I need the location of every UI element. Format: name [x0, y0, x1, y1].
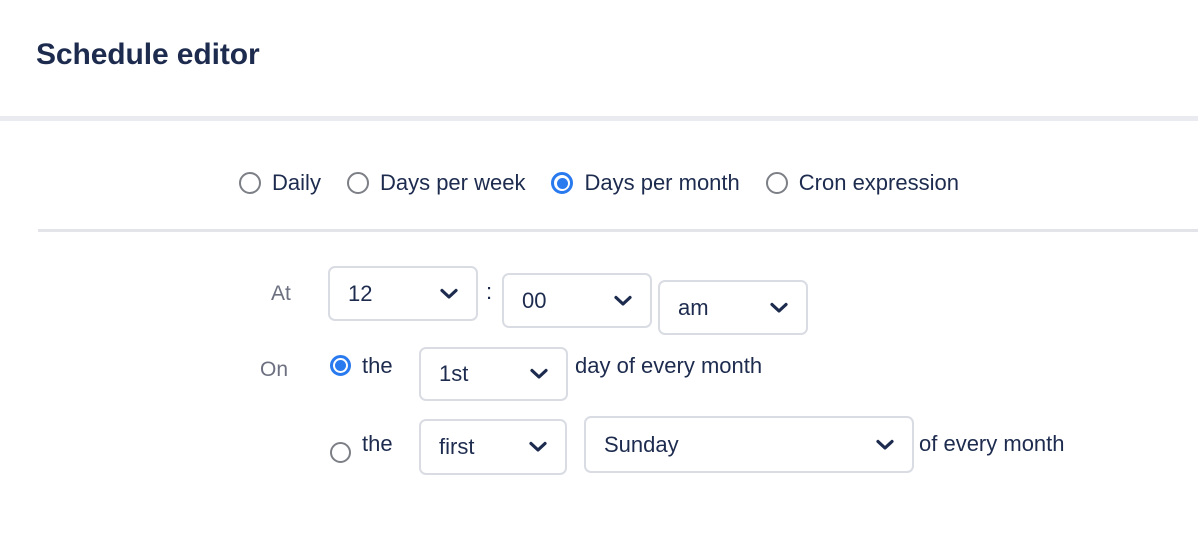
header-divider — [0, 116, 1198, 121]
mode-option-label-daily: Daily — [272, 170, 321, 195]
mode-option-days-per-month[interactable]: Days per month — [551, 170, 740, 196]
chevron-down-icon — [764, 282, 806, 333]
weekday-select-value: Sunday — [604, 431, 679, 457]
schedule-mode-radio-group: Daily Days per week Days per month Cron … — [0, 160, 1198, 206]
time-separator: : — [486, 279, 493, 304]
section-divider — [38, 229, 1198, 232]
mode-option-daily[interactable]: Daily — [239, 170, 321, 196]
mode-option-cron-expression[interactable]: Cron expression — [765, 170, 959, 196]
radio-button-icon-cron-expression[interactable] — [765, 172, 788, 194]
hour-select-value: 12 — [348, 280, 373, 306]
mode-option-days-per-week[interactable]: Days per week — [346, 170, 526, 196]
nth-weekday-trailing-text: of every month — [919, 431, 1065, 456]
page-header: Schedule editor — [0, 0, 1198, 121]
day-of-month-trailing-text: day of every month — [575, 353, 763, 378]
ordinal-select[interactable]: first — [419, 419, 567, 475]
chevron-down-icon — [870, 418, 912, 471]
radio-button-icon-nth-weekday[interactable] — [330, 442, 351, 463]
at-label: At — [271, 282, 291, 305]
meridiem-select[interactable]: am — [658, 280, 808, 335]
day-of-month-select-value: 1st — [439, 361, 469, 386]
meridiem-select-value: am — [678, 294, 709, 320]
minute-select[interactable]: 00 — [502, 273, 652, 328]
radio-button-icon-days-per-month[interactable] — [551, 172, 574, 194]
chevron-down-icon — [523, 421, 565, 473]
mode-option-label-days-per-month: Days per month — [584, 170, 740, 195]
day-of-month-select[interactable]: 1st — [419, 347, 568, 401]
nth-weekday-the-label: the — [362, 431, 393, 456]
radio-button-icon-daily[interactable] — [239, 172, 262, 194]
minute-select-value: 00 — [522, 287, 547, 313]
mode-option-label-cron-expression: Cron expression — [798, 170, 959, 195]
mode-option-label-days-per-week: Days per week — [379, 170, 526, 195]
on-label: On — [260, 358, 289, 381]
chevron-down-icon — [608, 275, 650, 326]
weekday-select[interactable]: Sunday — [584, 416, 914, 473]
hour-select[interactable]: 12 — [328, 266, 478, 321]
chevron-down-icon — [434, 268, 476, 319]
schedule-editor-page: Schedule editor Daily Days per week Days… — [0, 0, 1198, 540]
ordinal-select-value: first — [439, 434, 475, 459]
radio-button-icon-days-per-week[interactable] — [346, 172, 369, 194]
page-title: Schedule editor — [36, 38, 260, 71]
radio-button-icon-day-of-month[interactable] — [330, 355, 351, 376]
day-of-month-the-label: the — [362, 353, 393, 378]
chevron-down-icon — [524, 349, 566, 399]
